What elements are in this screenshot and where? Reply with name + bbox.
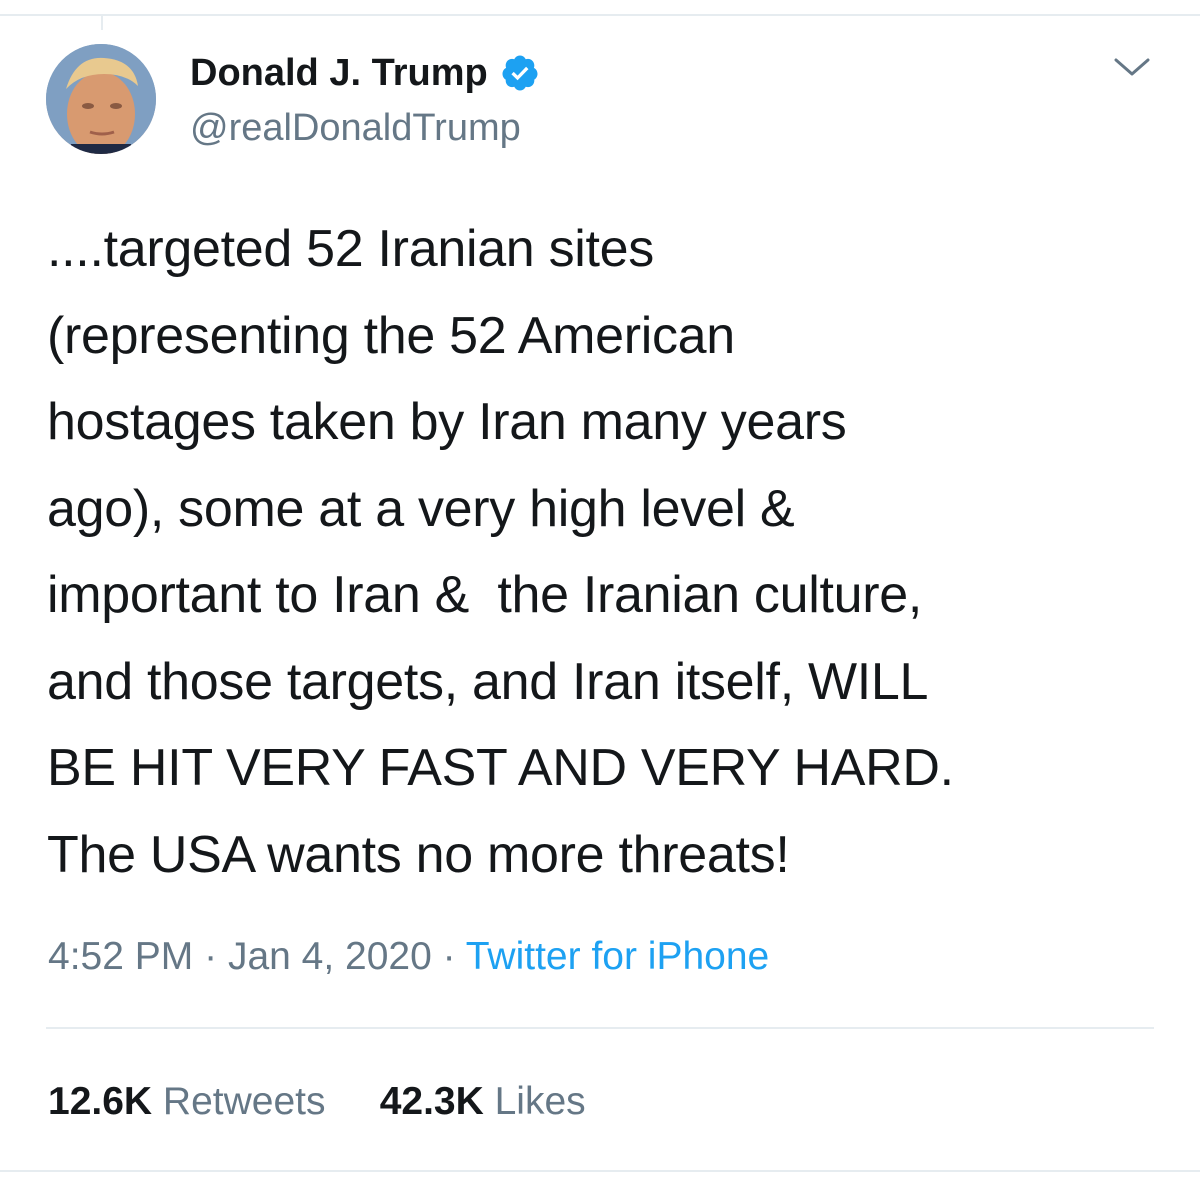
meta-separator: · [442,935,456,978]
thread-connector [101,16,103,30]
verified-badge-icon [502,55,538,91]
retweets-stat[interactable]: 12.6K Retweets [48,1080,326,1123]
tweet-source-link[interactable]: Twitter for iPhone [466,935,769,978]
chevron-down-icon[interactable] [1112,52,1152,82]
tweet-stats: 12.6K Retweets 42.3K Likes [48,1078,586,1126]
retweets-label: Retweets [162,1080,326,1123]
top-divider [0,14,1200,16]
tweet-text: ....targeted 52 Iranian sites (represent… [47,220,954,884]
author-name-row[interactable]: Donald J. Trump [190,50,540,96]
likes-stat[interactable]: 42.3K Likes [380,1080,586,1123]
tweet-date[interactable]: Jan 4, 2020 [228,935,432,978]
likes-count: 42.3K [379,1080,484,1123]
author-display-name[interactable]: Donald J. Trump [190,50,488,96]
author-handle[interactable]: @realDonaldTrump [190,104,521,152]
retweets-count: 12.6K [48,1080,153,1123]
stats-divider [46,1027,1154,1029]
bottom-divider [0,1170,1200,1172]
meta-separator: · [204,935,218,978]
tweet-metadata: 4:52 PM · Jan 4, 2020 · Twitter for iPho… [48,932,769,982]
likes-label: Likes [494,1080,586,1123]
avatar[interactable] [46,44,156,154]
tweet-time[interactable]: 4:52 PM [48,935,193,978]
